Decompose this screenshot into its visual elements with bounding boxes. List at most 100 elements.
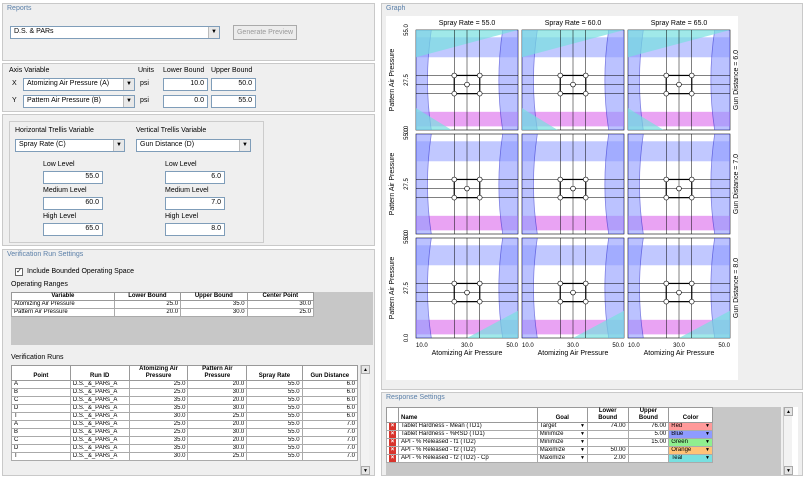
table-cell[interactable]: 30.0 xyxy=(246,300,315,309)
table-cell[interactable]: 35.0 xyxy=(180,300,248,309)
table-cell[interactable]: Pattern Air Pressure xyxy=(11,308,115,317)
y-variable-select[interactable]: Pattern Air Pressure (B) ▼ xyxy=(23,95,135,108)
table-cell[interactable]: D.S._&_PARs_A xyxy=(69,396,130,405)
response-name[interactable]: API - % Released - f1 (TD2) xyxy=(398,438,538,447)
lower-bound-cell[interactable]: 50.00 xyxy=(586,446,629,455)
table-row[interactable]: × API - % Released - f2 (TD2) Maximize ▼ 50.… xyxy=(386,446,713,455)
upper-bound-cell[interactable] xyxy=(627,454,670,463)
table-cell[interactable]: 30.0 xyxy=(187,388,248,397)
table-row[interactable]: × Tablet Hardness - Mean (TD1) Target ▼ 74.0… xyxy=(386,422,713,431)
table-cell[interactable]: D.S._&_PARs_A xyxy=(69,420,130,429)
table-cell[interactable]: 6.0 xyxy=(301,396,359,405)
table-cell[interactable]: D.S._&_PARs_A xyxy=(69,388,130,397)
h-medium-input[interactable]: 60.0 xyxy=(43,197,103,210)
runs-column-header[interactable]: Point xyxy=(11,365,71,381)
runs-column-header[interactable]: Gun Distance xyxy=(301,365,359,381)
h-low-input[interactable]: 55.0 xyxy=(43,171,103,184)
upper-bound-cell[interactable]: 15.00 xyxy=(627,438,670,447)
delete-icon[interactable]: × xyxy=(389,455,396,462)
lower-bound-cell[interactable]: 2.00 xyxy=(586,454,629,463)
table-cell[interactable]: 30.0 xyxy=(128,452,189,461)
delete-cell[interactable]: × xyxy=(386,446,399,455)
table-cell[interactable]: 25.0 xyxy=(246,308,315,317)
table-row[interactable]: B D.S._&_PARs_A 25.0 30.0 55.0 6.0 xyxy=(11,388,359,397)
color-select[interactable]: Blue ▼ xyxy=(668,430,713,439)
table-cell[interactable]: 25.0 xyxy=(128,380,189,389)
table-cell[interactable]: D.S._&_PARs_A xyxy=(69,436,130,445)
table-cell[interactable]: D.S._&_PARs_A xyxy=(69,428,130,437)
delete-icon[interactable]: × xyxy=(389,447,396,454)
table-cell[interactable]: 55.0 xyxy=(246,428,303,437)
h-trellis-select[interactable]: Spray Rate (C) ▼ xyxy=(15,139,125,152)
table-cell[interactable]: 55.0 xyxy=(246,412,303,421)
table-row[interactable]: T D.S._&_PARs_A 30.0 25.0 55.0 7.0 xyxy=(11,452,359,461)
response-name[interactable]: API - % Released - f2 (TD2) - Cp xyxy=(398,454,538,463)
response-name[interactable]: Tablet Hardness - %RSD (TD1) xyxy=(398,430,538,439)
table-row[interactable]: T D.S._&_PARs_A 30.0 25.0 55.0 6.0 xyxy=(11,412,359,421)
table-cell[interactable]: 55.0 xyxy=(246,436,303,445)
table-row[interactable]: C D.S._&_PARs_A 35.0 20.0 55.0 6.0 xyxy=(11,396,359,405)
table-cell[interactable]: C xyxy=(11,396,71,405)
table-cell[interactable]: 30.0 xyxy=(187,428,248,437)
table-cell[interactable]: 20.0 xyxy=(187,380,248,389)
table-cell[interactable]: D.S._&_PARs_A xyxy=(69,452,130,461)
runs-column-header[interactable]: Run ID xyxy=(69,365,130,381)
table-cell[interactable]: 25.0 xyxy=(128,388,189,397)
table-cell[interactable]: 30.0 xyxy=(180,308,248,317)
delete-icon[interactable]: × xyxy=(389,431,396,438)
lower-bound-cell[interactable] xyxy=(586,438,629,447)
goal-select[interactable]: Minimize ▼ xyxy=(536,430,588,439)
table-cell[interactable]: 55.0 xyxy=(246,396,303,405)
table-cell[interactable]: D.S._&_PARs_A xyxy=(69,404,130,413)
x-lower-input[interactable]: 10.0 xyxy=(163,78,208,91)
table-cell[interactable]: 25.0 xyxy=(187,452,248,461)
v-trellis-select[interactable]: Gun Distance (D) ▼ xyxy=(136,139,251,152)
table-row[interactable]: A D.S._&_PARs_A 25.0 20.0 55.0 7.0 xyxy=(11,420,359,429)
table-row[interactable]: Atomizing Air Pressure 25.0 35.0 30.0 xyxy=(11,300,315,309)
lower-bound-cell[interactable] xyxy=(586,430,629,439)
table-cell[interactable]: D.S._&_PARs_A xyxy=(69,412,130,421)
table-cell[interactable]: 25.0 xyxy=(128,428,189,437)
table-cell[interactable]: D xyxy=(11,444,71,453)
v-medium-input[interactable]: 7.0 xyxy=(165,197,225,210)
table-cell[interactable]: 55.0 xyxy=(246,420,303,429)
goal-select[interactable]: Maximize ▼ xyxy=(536,446,588,455)
table-cell[interactable]: 55.0 xyxy=(246,388,303,397)
runs-column-header[interactable]: Spray Rate xyxy=(246,365,303,381)
response-name[interactable]: Tablet Hardness - Mean (TD1) xyxy=(398,422,538,431)
runs-column-header[interactable]: Pattern Air Pressure xyxy=(187,365,248,381)
table-cell[interactable]: D.S._&_PARs_A xyxy=(69,444,130,453)
table-cell[interactable]: Atomizing Air Pressure xyxy=(11,300,115,309)
table-cell[interactable]: 20.0 xyxy=(187,420,248,429)
table-cell[interactable]: T xyxy=(11,452,71,461)
lower-bound-cell[interactable]: 74.00 xyxy=(586,422,629,431)
delete-cell[interactable]: × xyxy=(386,422,399,431)
table-cell[interactable]: A xyxy=(11,380,71,389)
v-low-input[interactable]: 6.0 xyxy=(165,171,225,184)
delete-cell[interactable]: × xyxy=(386,438,399,447)
table-cell[interactable]: 6.0 xyxy=(301,388,359,397)
response-name[interactable]: API - % Released - f2 (TD2) xyxy=(398,446,538,455)
scroll-up-icon[interactable]: ▲ xyxy=(784,407,793,416)
color-select[interactable]: Green ▼ xyxy=(668,438,713,447)
table-cell[interactable]: 7.0 xyxy=(301,452,359,461)
scroll-down-icon[interactable]: ▼ xyxy=(784,466,793,475)
table-cell[interactable]: 55.0 xyxy=(246,444,303,453)
delete-icon[interactable]: × xyxy=(389,423,396,430)
table-cell[interactable]: 35.0 xyxy=(128,444,189,453)
color-select[interactable]: Red ▼ xyxy=(668,422,713,431)
table-row[interactable]: D D.S._&_PARs_A 35.0 30.0 55.0 6.0 xyxy=(11,404,359,413)
table-cell[interactable]: 55.0 xyxy=(246,380,303,389)
table-row[interactable]: C D.S._&_PARs_A 35.0 20.0 55.0 7.0 xyxy=(11,436,359,445)
table-cell[interactable]: 6.0 xyxy=(301,404,359,413)
x-upper-input[interactable]: 50.0 xyxy=(211,78,256,91)
table-cell[interactable]: 35.0 xyxy=(128,436,189,445)
y-lower-input[interactable]: 0.0 xyxy=(163,95,208,108)
table-cell[interactable]: 20.0 xyxy=(187,396,248,405)
goal-select[interactable]: Target ▼ xyxy=(536,422,588,431)
table-cell[interactable]: 20.0 xyxy=(113,308,182,317)
delete-cell[interactable]: × xyxy=(386,430,399,439)
runs-scrollbar[interactable]: ▲ ▼ xyxy=(360,365,370,475)
table-cell[interactable]: 7.0 xyxy=(301,420,359,429)
table-cell[interactable]: 30.0 xyxy=(187,404,248,413)
